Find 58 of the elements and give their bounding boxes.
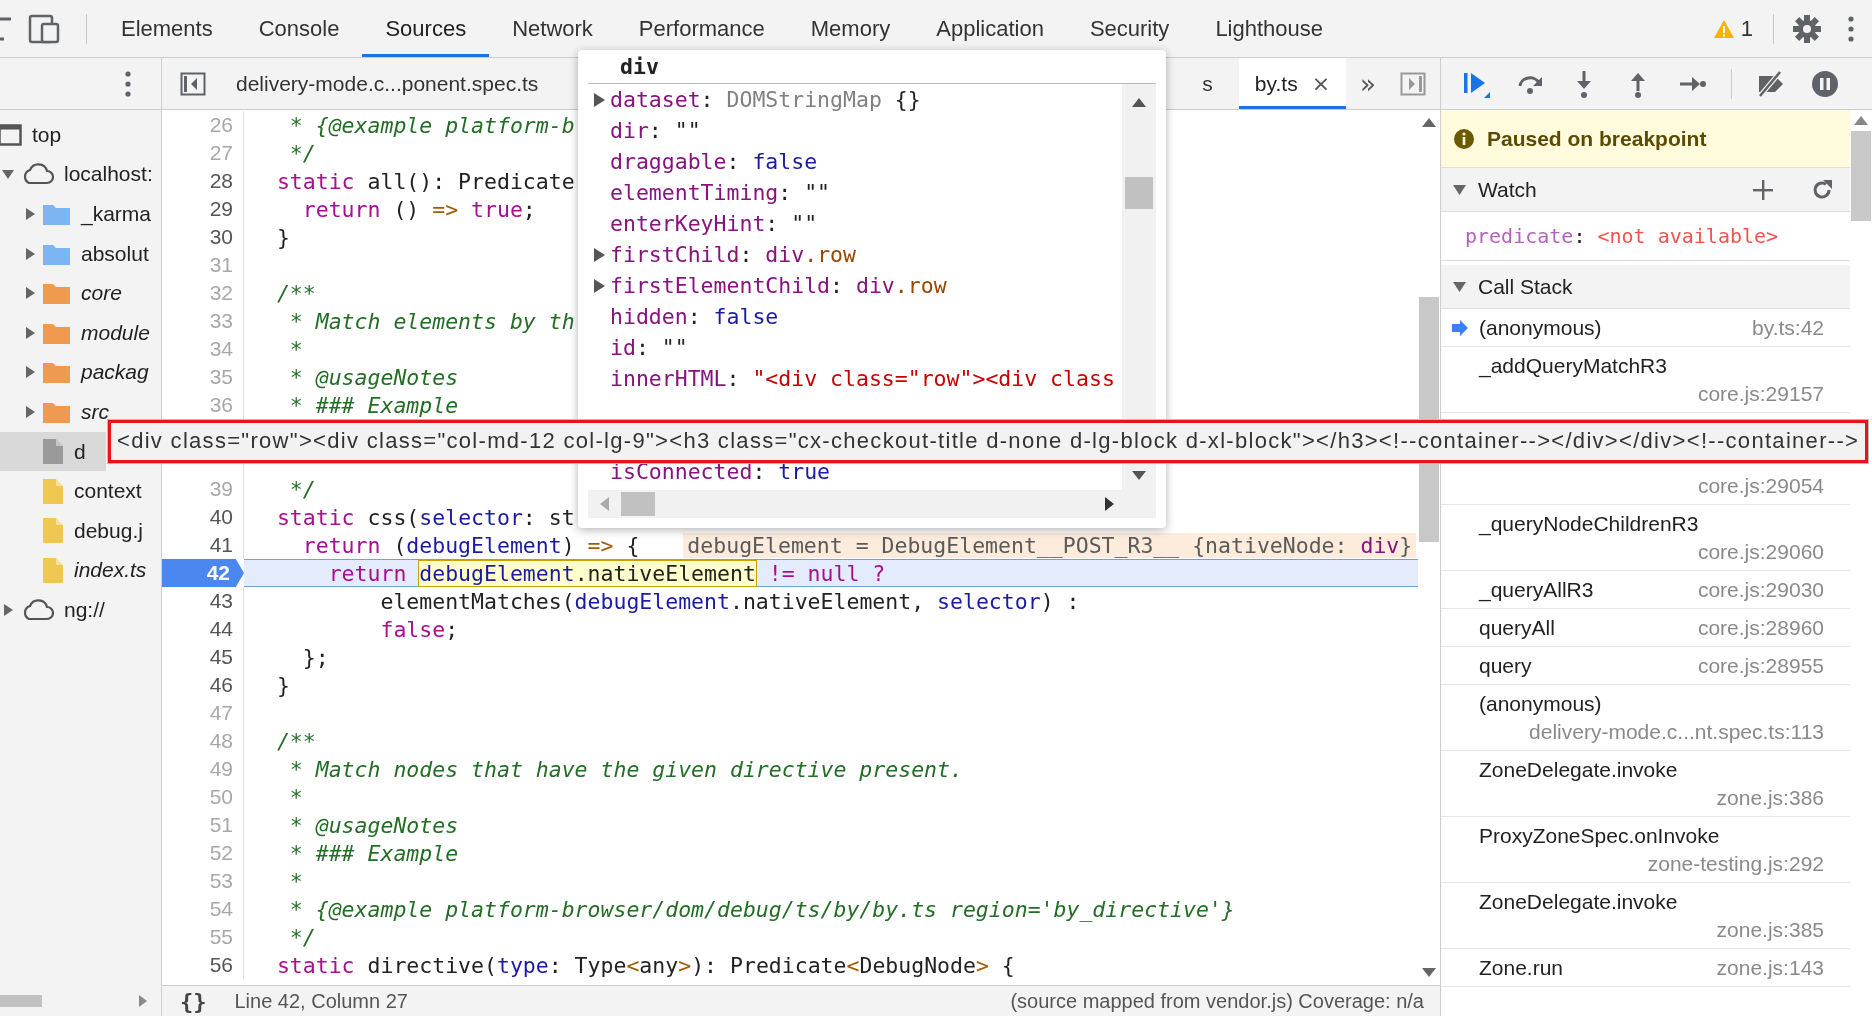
line-number: 39 — [162, 475, 244, 503]
line-number: 52 — [162, 839, 244, 867]
code-line: false; — [379, 616, 459, 642]
code-line: return (debugElement) => { — [301, 532, 640, 558]
popup-title: div — [588, 50, 1156, 84]
code-line: * {@example platform-b — [288, 112, 575, 138]
line-number: 54 — [162, 895, 244, 923]
line-number: 32 — [162, 279, 244, 307]
code-line: }; — [301, 644, 329, 670]
line-number: 33 — [162, 307, 244, 335]
line-number: 45 — [162, 643, 244, 671]
line-number: 48 — [162, 727, 244, 755]
line-number: 56 — [162, 951, 244, 979]
line-number: 55 — [162, 923, 244, 951]
code-line: * — [288, 784, 303, 810]
line-number: 50 — [162, 783, 244, 811]
code-line: */ — [288, 140, 316, 166]
line-number: 46 — [162, 671, 244, 699]
code-line: static directive(type: Type<any>): Predicate<DebugNode> { — [275, 952, 1015, 978]
code-line: /** — [275, 728, 316, 754]
code-line: */ — [288, 476, 316, 502]
line-number: 47 — [162, 699, 244, 727]
line-number: 26 — [162, 111, 244, 139]
line-number: 40 — [162, 503, 244, 531]
line-number: 44 — [162, 615, 244, 643]
code-line: } — [275, 224, 290, 250]
html-preview-tooltip: <div class="row"><div class="col-md-12 col-lg-9"><h3 class="cx-checkout-title d-none d-lg-block d-xl-block"></h3><!--container--></div></div><!--container--> — [108, 420, 1869, 463]
line-number: 28 — [162, 167, 244, 195]
code-line: * {@example platform-browser/dom/debug/ts/by/by.ts region='by_directive'} — [288, 896, 1235, 922]
code-line: * ### Example — [288, 392, 459, 418]
line-number: 27 — [162, 139, 244, 167]
line-number: 43 — [162, 587, 244, 615]
code-line: * Match nodes that have the given directive present. — [288, 756, 963, 782]
code-line: * @usageNotes — [288, 812, 459, 838]
line-number: 51 — [162, 811, 244, 839]
paused-message: Paused on breakpoint — [1487, 126, 1707, 151]
source-map-info: (source mapped from vendor.js) Coverage: n/a — [1010, 989, 1424, 1013]
line-number: 53 — [162, 867, 244, 895]
code-line: /** — [275, 280, 316, 306]
cursor-position: Line 42, Column 27 — [234, 989, 408, 1013]
line-number: 49 — [162, 755, 244, 783]
code-line: * Match elements by th — [288, 308, 575, 334]
code-line: static all(): Predicate — [275, 168, 575, 194]
line-number: 29 — [162, 195, 244, 223]
line-number: 34 — [162, 335, 244, 363]
code-line: */ — [288, 924, 316, 950]
line-number: 35 — [162, 363, 244, 391]
code-line: return () => true; — [301, 196, 536, 222]
code-line: * ### Example — [288, 840, 459, 866]
code-line: * @usageNotes — [288, 364, 459, 390]
code-line: } — [275, 672, 290, 698]
code-line: elementMatches(debugElement.nativeElement, selector) : — [379, 588, 1080, 614]
code-line: static css(selector: st — [275, 504, 575, 530]
line-number: 30 — [162, 223, 244, 251]
code-line: * — [288, 868, 303, 894]
line-number: 31 — [162, 251, 244, 279]
inline-value: debugElement = DebugElement__POST_R3__ {nativeNode: div} — [683, 532, 1417, 558]
code-line: * — [288, 336, 303, 362]
